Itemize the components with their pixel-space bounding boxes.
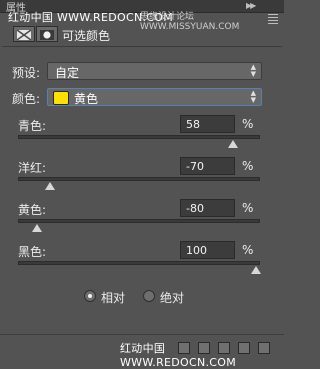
watermark-right: 思缘设计论坛 WWW.MISSYUAN.COM [140, 12, 240, 32]
absolute-radio[interactable] [143, 290, 155, 302]
color-swatch [53, 91, 69, 105]
panel-menu-icon[interactable] [268, 14, 278, 26]
colors-label: 颜色: [12, 92, 41, 106]
magenta-value-input[interactable]: -70 [180, 157, 235, 175]
dropdown-arrows-icon: ▲ ▼ [250, 63, 256, 78]
cyan-label: 青色: [18, 119, 47, 133]
absolute-label[interactable]: 绝对 [160, 289, 184, 306]
cyan-slider-thumb[interactable] [228, 140, 238, 148]
selective-color-adjustment-icon[interactable] [13, 26, 35, 42]
watermark-bottom: 红动中国 WWW.REDOCN.COM [120, 342, 237, 369]
layer-mask-icon[interactable] [36, 26, 58, 42]
preset-dropdown[interactable]: 自定 ▲ ▼ [47, 62, 262, 80]
colors-value: 黄色 [74, 92, 99, 106]
panel-title: 可选颜色 [62, 29, 111, 43]
magenta-percent: % [242, 159, 254, 173]
cyan-slider-track[interactable] [18, 135, 260, 139]
relative-radio[interactable] [84, 290, 96, 302]
yellow-percent: % [242, 201, 254, 215]
yellow-label: 黄色: [18, 203, 47, 217]
dropdown-arrows-icon: ▲ ▼ [250, 89, 256, 104]
cyan-value-input[interactable]: 58 [180, 115, 235, 133]
yellow-slider-track[interactable] [18, 219, 260, 223]
black-label: 黑色: [18, 245, 47, 259]
black-value-input[interactable]: 100 [180, 241, 235, 259]
magenta-label: 洋红: [18, 161, 47, 175]
magenta-slider-thumb[interactable] [45, 182, 55, 190]
divider [2, 46, 282, 47]
magenta-slider-track[interactable] [18, 177, 260, 181]
yellow-slider-thumb[interactable] [32, 224, 42, 232]
preset-label: 预设: [12, 66, 41, 80]
yellow-value-input[interactable]: -80 [180, 199, 235, 217]
preset-value: 自定 [55, 66, 80, 80]
black-percent: % [242, 243, 254, 257]
colors-dropdown[interactable]: 黄色 ▲ ▼ [47, 88, 262, 106]
cyan-percent: % [242, 117, 254, 131]
black-slider-thumb[interactable] [251, 266, 261, 274]
relative-label[interactable]: 相对 [101, 289, 125, 306]
black-slider-track[interactable] [18, 261, 260, 265]
